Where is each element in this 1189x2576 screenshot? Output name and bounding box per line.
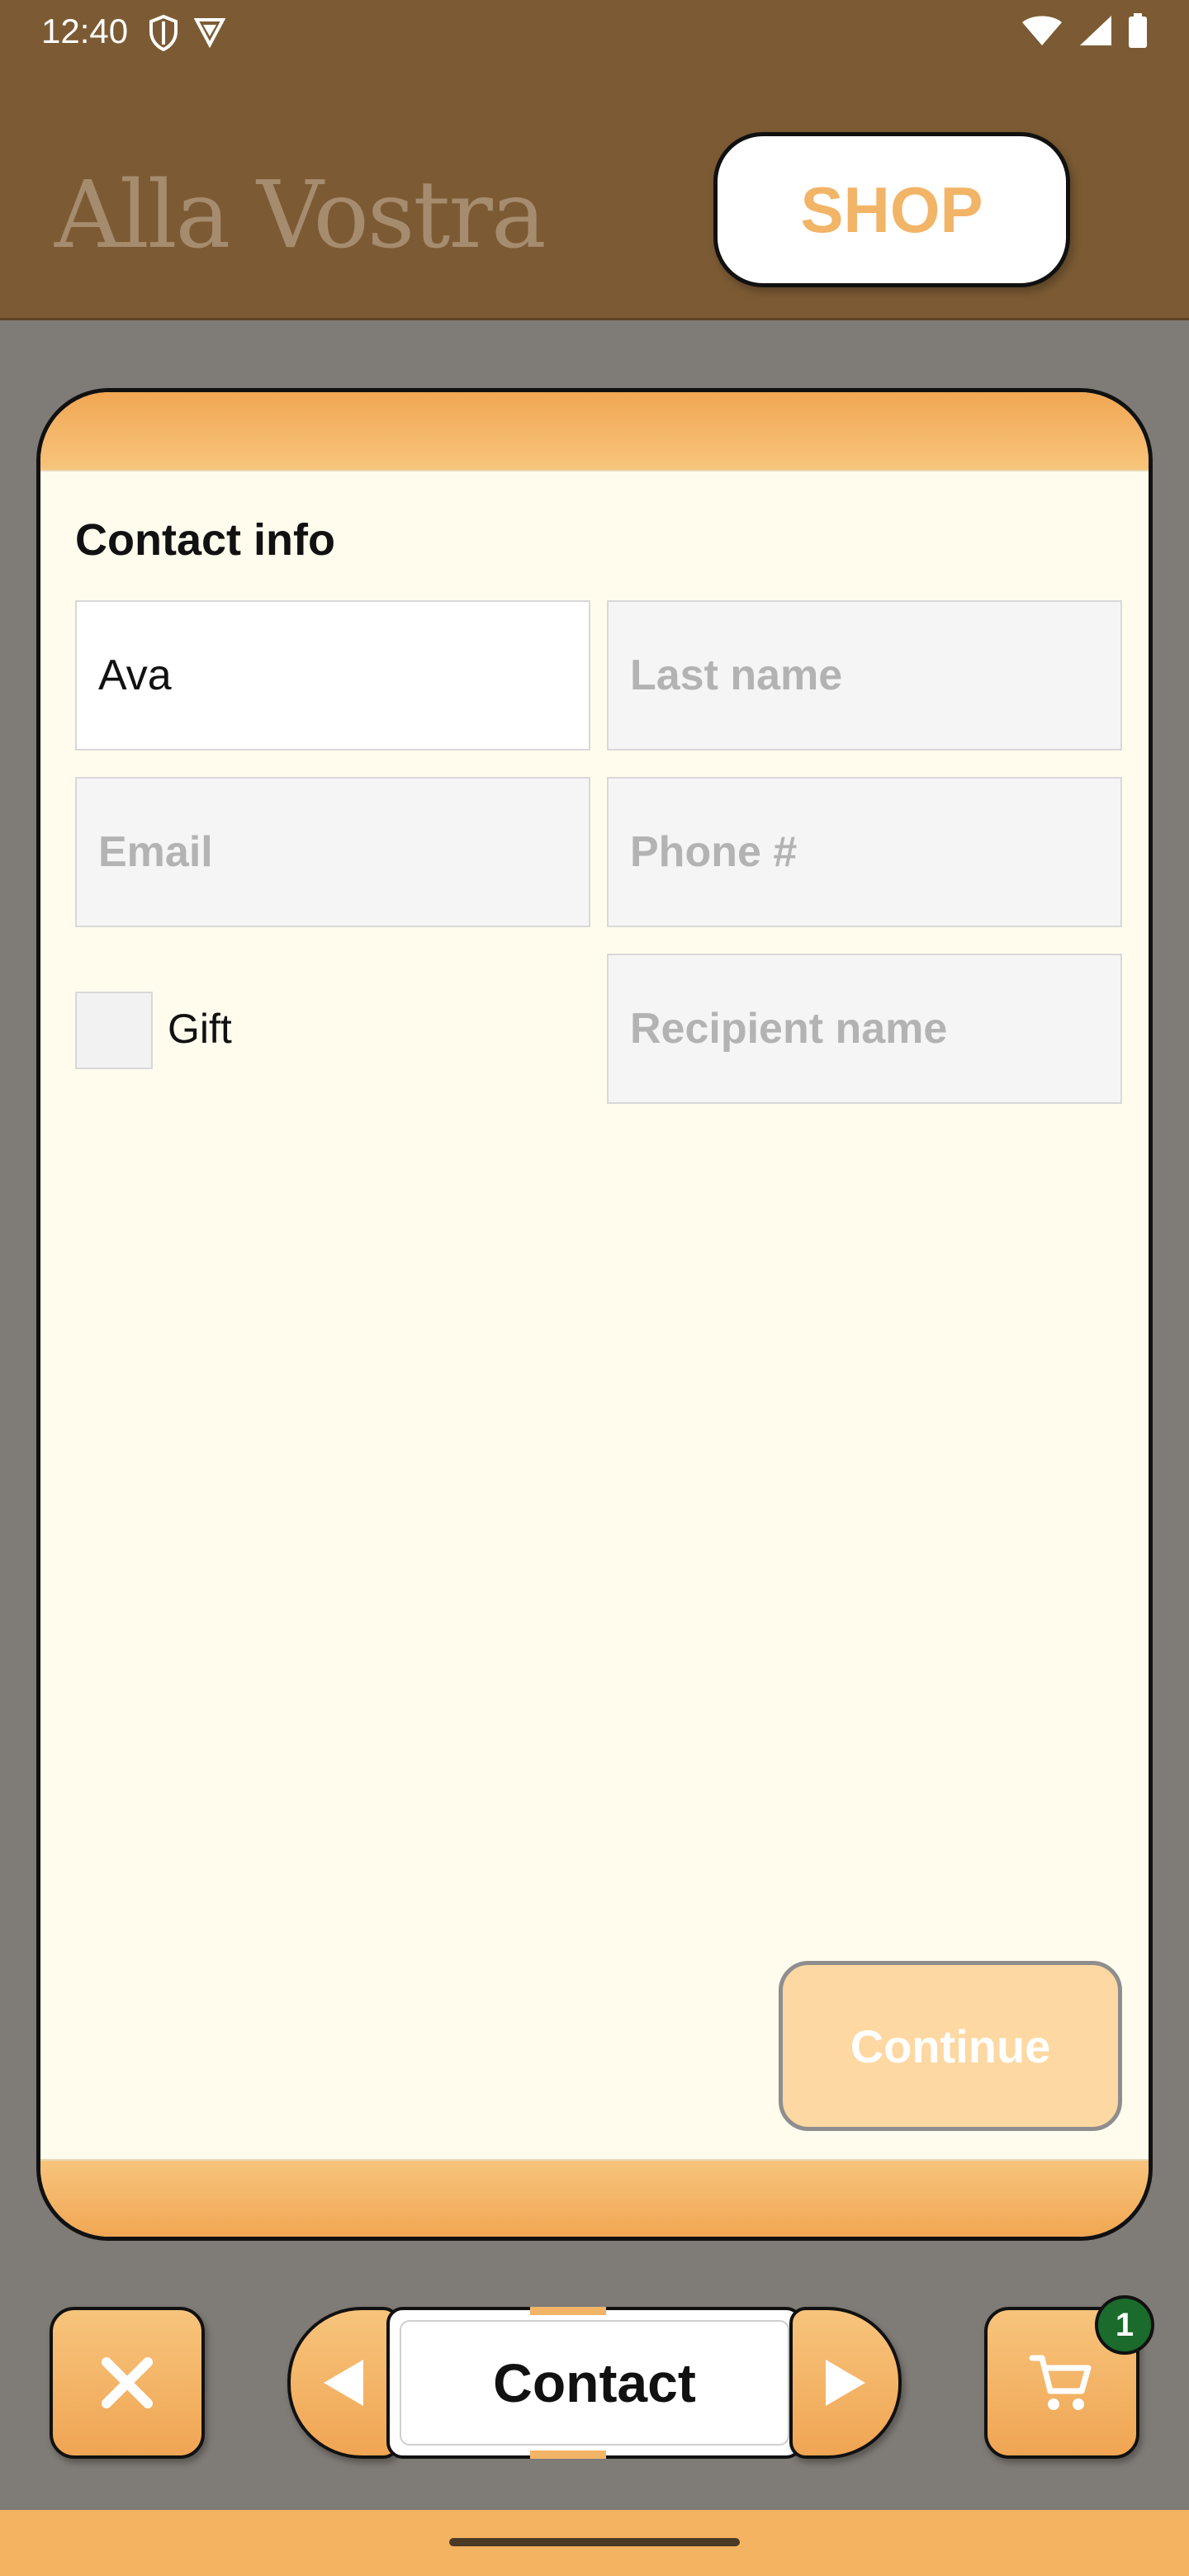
- last-name-field[interactable]: Last name: [607, 600, 1122, 751]
- brand-logo: Alla Vostra: [54, 162, 547, 269]
- signal-icon: [1080, 16, 1111, 45]
- step-label: Contact: [386, 2307, 803, 2459]
- card-bottom-band: [40, 2159, 1149, 2237]
- continue-button[interactable]: Continue: [779, 1961, 1122, 2131]
- gift-label: Gift: [168, 1006, 232, 1052]
- first-name-field[interactable]: Ava: [75, 600, 590, 751]
- close-icon: [102, 2357, 153, 2408]
- battery-icon: [1129, 13, 1147, 48]
- status-time: 12:40: [41, 12, 129, 50]
- shield-icon: [149, 15, 178, 51]
- cart-count-badge: 1: [1095, 2295, 1154, 2355]
- app-header: Alla Vostra SHOP: [0, 64, 1189, 320]
- triangle-right-icon: [826, 2360, 865, 2406]
- triangle-left-icon: [324, 2360, 363, 2406]
- close-button[interactable]: [50, 2307, 205, 2459]
- gift-checkbox[interactable]: [75, 992, 153, 1069]
- wifi-icon: [1022, 16, 1062, 45]
- checkout-card: Contact info Ava Last name Email Phone #…: [36, 388, 1153, 2241]
- home-indicator[interactable]: [449, 2538, 740, 2546]
- status-bar: 12:40: [0, 0, 1189, 64]
- email-field[interactable]: Email: [75, 777, 590, 927]
- recipient-name-field[interactable]: Recipient name: [607, 954, 1122, 1104]
- phone-field[interactable]: Phone #: [607, 777, 1122, 927]
- cart-icon: [1029, 2355, 1092, 2410]
- section-title: Contact info: [75, 515, 335, 565]
- vpn-icon: [193, 18, 226, 48]
- shop-button[interactable]: SHOP: [713, 132, 1070, 287]
- step-label-text: Contact: [493, 2352, 696, 2413]
- card-top-band: [40, 392, 1149, 471]
